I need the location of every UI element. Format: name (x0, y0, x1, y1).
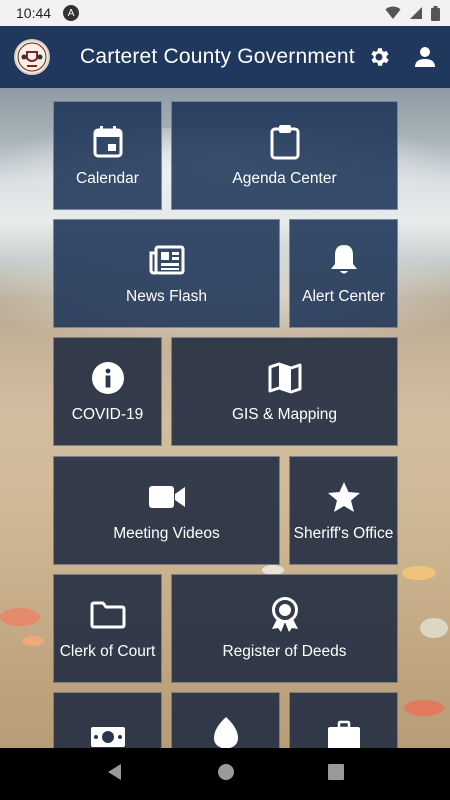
county-seal-icon (14, 39, 50, 75)
background-shell (22, 636, 44, 646)
tile-sheriffs-office[interactable]: Sheriff's Office (289, 456, 398, 565)
tile-label: Agenda Center (232, 169, 337, 187)
back-icon[interactable] (106, 763, 124, 786)
tile-covid-19[interactable]: COVID-19 (53, 337, 162, 446)
tile-label: Calendar (76, 169, 139, 187)
tile-label: Register of Deeds (222, 642, 347, 660)
person-icon[interactable] (412, 44, 438, 70)
tile-alert-center[interactable]: Alert Center (289, 219, 398, 328)
leaf-icon (212, 715, 240, 748)
status-time: 10:44 (16, 5, 52, 21)
tile-label: Alert Center (302, 287, 385, 305)
wifi-icon (385, 6, 401, 19)
status-icons (385, 5, 440, 21)
money-icon (90, 719, 126, 748)
tile-label: Meeting Videos (113, 524, 220, 542)
tile-environment[interactable] (171, 692, 280, 748)
award-ribbon-icon (270, 596, 300, 633)
background-shell (404, 700, 444, 716)
star-icon (327, 479, 361, 515)
tile-label: Clerk of Court (59, 642, 156, 660)
dashboard-content[interactable]: Calendar Agenda Center News Flash Alert … (0, 88, 450, 748)
video-camera-icon (148, 479, 186, 515)
info-icon (91, 360, 124, 396)
home-icon[interactable] (217, 763, 235, 786)
clipboard-icon (270, 124, 300, 160)
tile-label: COVID-19 (71, 405, 144, 423)
tile-jobs[interactable] (289, 692, 398, 748)
tile-gis-mapping[interactable]: GIS & Mapping (171, 337, 398, 446)
recents-icon[interactable] (327, 763, 344, 785)
system-nav-bar (0, 748, 450, 800)
tile-payments[interactable] (53, 692, 162, 748)
battery-icon (431, 5, 440, 21)
tile-calendar[interactable]: Calendar (53, 101, 162, 210)
cellular-signal-icon (410, 7, 422, 19)
app-bar: Carteret County Government (0, 26, 450, 88)
tile-register-of-deeds[interactable]: Register of Deeds (171, 574, 398, 683)
tile-label: Sheriff's Office (293, 524, 394, 542)
tile-agenda-center[interactable]: Agenda Center (171, 101, 398, 210)
notification-badge: A (63, 5, 80, 21)
background-shell (402, 566, 436, 580)
background-shell (420, 618, 448, 638)
tile-clerk-of-court[interactable]: Clerk of Court (53, 574, 162, 683)
app-title: Carteret County Government (80, 45, 355, 68)
briefcase-icon (327, 717, 361, 748)
folder-icon (90, 597, 126, 633)
map-icon (268, 360, 302, 396)
gear-icon[interactable] (366, 44, 392, 70)
tile-news-flash[interactable]: News Flash (53, 219, 280, 328)
calendar-icon (93, 124, 123, 160)
tile-meeting-videos[interactable]: Meeting Videos (53, 456, 280, 565)
status-bar: 10:44 A (0, 0, 450, 26)
background-shell (0, 608, 40, 626)
bell-icon (329, 242, 359, 278)
tile-label: News Flash (126, 287, 207, 305)
tile-label: GIS & Mapping (231, 405, 338, 423)
newspaper-icon (149, 242, 185, 278)
